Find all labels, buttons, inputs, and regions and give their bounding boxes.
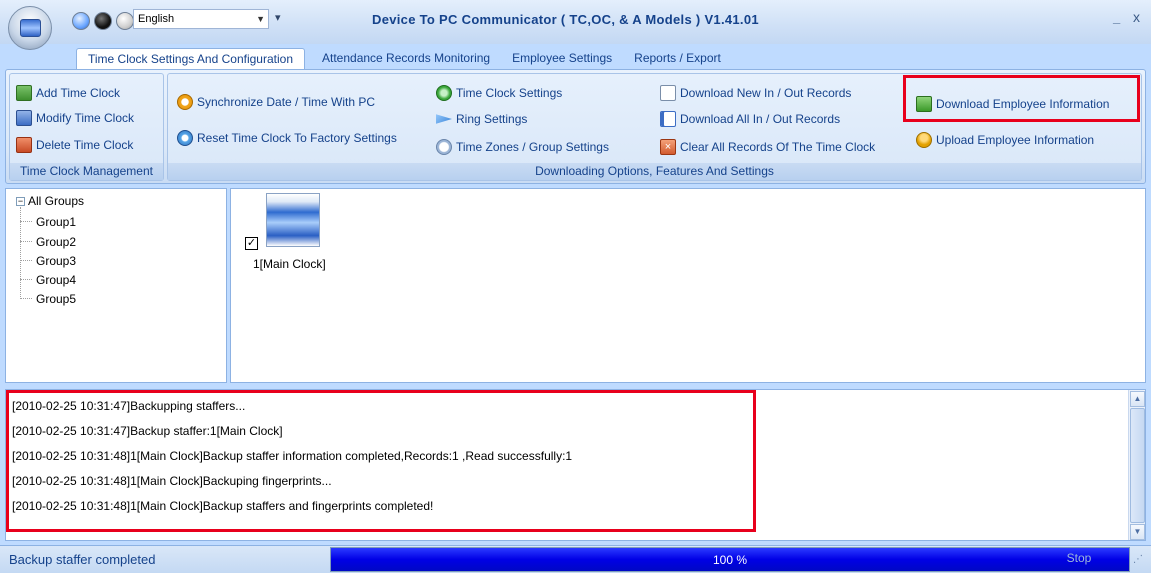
group-label-options: Downloading Options, Features And Settin… [168, 163, 1141, 180]
clear-records-label: Clear All Records Of The Time Clock [680, 140, 876, 154]
title-bar: English ▼ ▾ Device To PC Communicator ( … [0, 0, 1151, 44]
scroll-down-icon[interactable]: ▼ [1130, 524, 1145, 540]
group-label-management: Time Clock Management [10, 163, 163, 180]
modify-time-clock-label: Modify Time Clock [36, 111, 135, 125]
clock-settings-label: Time Clock Settings [456, 86, 563, 100]
log-highlight [6, 390, 756, 532]
tree-item-group3[interactable]: Group3 [20, 252, 76, 269]
scroll-thumb[interactable] [1130, 408, 1145, 523]
device-label: 1[Main Clock] [253, 257, 326, 271]
ring-icon [436, 114, 452, 124]
scroll-up-icon[interactable]: ▲ [1130, 391, 1145, 407]
tree-item-group5[interactable]: Group5 [20, 290, 76, 307]
log-scrollbar[interactable]: ▲ ▼ [1128, 390, 1145, 540]
ring-settings-button[interactable]: Ring Settings [436, 110, 527, 128]
chevron-down-icon: ▼ [256, 14, 265, 24]
tree-root-label: All Groups [28, 194, 85, 208]
stop-button[interactable]: Stop [1039, 550, 1119, 569]
tree-item-group2[interactable]: Group2 [20, 233, 76, 250]
app-logo-icon [20, 19, 41, 37]
device-panel: ✓ 1[Main Clock] [230, 188, 1146, 383]
customize-toolbar-icon[interactable]: ▾ [275, 11, 281, 24]
silver-theme-icon[interactable] [116, 12, 134, 30]
time-clock-settings-button[interactable]: Time Clock Settings [436, 84, 562, 102]
time-zone-icon [436, 139, 452, 155]
download-new-label: Download New In / Out Records [680, 86, 852, 100]
documents-icon [660, 111, 676, 127]
app-menu-button[interactable] [8, 6, 52, 50]
minimize-button[interactable]: _ [1113, 10, 1120, 25]
log-panel: [2010-02-25 10:31:47]Backupping staffers… [5, 389, 1146, 541]
collapse-icon[interactable]: − [16, 196, 25, 206]
language-select[interactable]: English ▼ [133, 9, 269, 29]
clear-records-button[interactable]: × Clear All Records Of The Time Clock [660, 138, 875, 156]
sync-label: Synchronize Date / Time With PC [197, 95, 376, 109]
reset-icon [177, 130, 193, 146]
clock-sync-icon [177, 94, 193, 110]
sync-date-time-button[interactable]: Synchronize Date / Time With PC [177, 93, 375, 111]
modify-time-clock-button[interactable]: Modify Time Clock [16, 109, 134, 127]
tree-root[interactable]: − All Groups [16, 194, 84, 208]
time-zones-label: Time Zones / Group Settings [456, 140, 609, 154]
language-value: English [138, 13, 175, 25]
download-new-records-button[interactable]: Download New In / Out Records [660, 84, 851, 102]
window-title: Device To PC Communicator ( TC,OC, & A M… [372, 12, 759, 27]
delete-time-clock-button[interactable]: Delete Time Clock [16, 136, 133, 154]
time-clock-device-icon[interactable] [266, 193, 320, 247]
settings-icon [436, 85, 452, 101]
quick-access-toolbar [72, 10, 134, 32]
download-all-records-button[interactable]: Download All In / Out Records [660, 110, 840, 128]
add-clock-icon [16, 85, 32, 101]
tab-reports-export[interactable]: Reports / Export [623, 48, 732, 69]
delete-time-clock-label: Delete Time Clock [36, 138, 134, 152]
upload-employee-label: Upload Employee Information [936, 133, 1095, 147]
tab-attendance-records[interactable]: Attendance Records Monitoring [311, 48, 501, 69]
tab-employee-settings[interactable]: Employee Settings [501, 48, 623, 69]
group-time-clock-management: Add Time Clock Modify Time Clock Delete … [9, 73, 164, 181]
resize-grip-icon[interactable]: ⋰ [1133, 554, 1147, 568]
download-employee-highlight [903, 75, 1140, 122]
edit-clock-icon [16, 110, 32, 126]
close-button[interactable]: x [1133, 9, 1140, 25]
delete-clock-icon [16, 137, 32, 153]
ring-settings-label: Ring Settings [456, 112, 528, 126]
add-time-clock-label: Add Time Clock [36, 86, 121, 100]
tab-time-clock-settings[interactable]: Time Clock Settings And Configuration [76, 48, 305, 69]
upload-employee-icon [916, 132, 932, 148]
upload-employee-button[interactable]: Upload Employee Information [916, 131, 1094, 149]
tree-item-group4[interactable]: Group4 [20, 271, 76, 288]
document-icon [660, 85, 676, 101]
add-time-clock-button[interactable]: Add Time Clock [16, 84, 120, 102]
download-all-label: Download All In / Out Records [680, 112, 841, 126]
group-tree: − All Groups Group1 Group2 Group3 Group4… [5, 188, 227, 383]
reset-label: Reset Time Clock To Factory Settings [197, 131, 397, 145]
blue-theme-icon[interactable] [72, 12, 90, 30]
time-zones-button[interactable]: Time Zones / Group Settings [436, 138, 609, 156]
status-bar: Backup staffer completed 100 % Stop ⋰ [0, 545, 1151, 573]
black-theme-icon[interactable] [94, 12, 112, 30]
tree-item-group1[interactable]: Group1 [20, 213, 76, 230]
clear-icon: × [660, 139, 676, 155]
device-checkbox[interactable]: ✓ [245, 237, 258, 250]
progress-bar: 100 % [330, 547, 1130, 572]
reset-factory-button[interactable]: Reset Time Clock To Factory Settings [177, 129, 397, 147]
ribbon-tabs: Time Clock Settings And Configuration At… [76, 48, 732, 69]
status-text: Backup staffer completed [9, 552, 156, 567]
progress-label: 100 % [712, 553, 748, 567]
